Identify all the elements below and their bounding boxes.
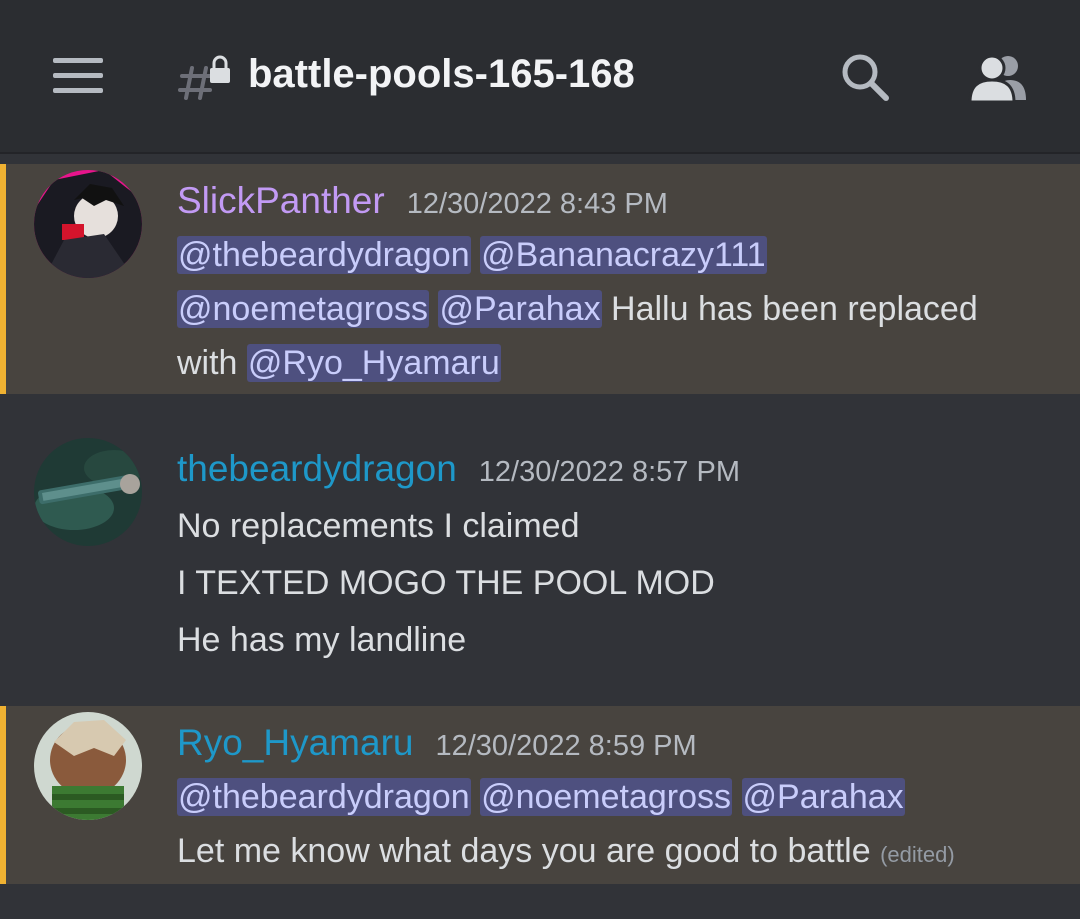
channel-title: battle-pools-165-168 <box>248 52 635 96</box>
message-line: No replacements I claimed <box>177 507 580 545</box>
username[interactable]: Ryo_Hyamaru <box>177 722 413 764</box>
timestamp: 12/30/2022 8:43 PM <box>406 188 668 220</box>
user-mention[interactable]: @noemetagross <box>480 778 733 816</box>
avatar[interactable] <box>34 438 142 546</box>
message-line: with @Ryo_Hyamaru <box>177 344 501 382</box>
message-line: @thebeardydragon @noemetagross @Parahax <box>177 770 1057 824</box>
channel-header: battle-pools-165-168 <box>0 0 1080 154</box>
message-content: No replacements I claimed I TEXTED MOGO … <box>177 498 1057 669</box>
hamburger-menu-icon[interactable] <box>53 58 103 94</box>
user-mention[interactable]: @thebeardydragon <box>177 778 471 816</box>
avatar[interactable] <box>34 170 142 278</box>
user-mention[interactable]: @Parahax <box>741 778 905 816</box>
message-slickpanther[interactable]: SlickPanther 12/30/2022 8:43 PM @thebeard… <box>0 164 1080 394</box>
user-mention[interactable]: @noemetagross <box>177 290 429 328</box>
user-mention[interactable]: @thebeardydragon <box>177 236 471 274</box>
user-mention[interactable]: @Ryo_Hyamaru <box>246 344 501 382</box>
members-icon[interactable] <box>966 52 1030 102</box>
username[interactable]: thebeardydragon <box>177 448 457 490</box>
message-ryo-hyamaru[interactable]: Ryo_Hyamaru 12/30/2022 8:59 PM @thebeardy… <box>0 706 1080 884</box>
message-line: @noemetagross @Parahax Hallu has been re… <box>177 290 978 328</box>
message-content: @thebeardydragon @Bananacrazy111 @noemet… <box>177 228 1057 390</box>
search-icon[interactable] <box>838 52 892 102</box>
edited-label: (edited) <box>880 842 955 867</box>
message-line: He has my landline <box>177 621 467 659</box>
message-content: @thebeardydragon @noemetagross @Parahax … <box>177 770 1057 882</box>
user-mention[interactable]: @Bananacrazy111 <box>480 236 767 274</box>
message-line: @thebeardydragon @Bananacrazy111 <box>177 228 1057 282</box>
user-mention[interactable]: @Parahax <box>438 290 602 328</box>
timestamp: 12/30/2022 8:59 PM <box>435 730 697 762</box>
message-thebeardydragon[interactable]: thebeardydragon 12/30/2022 8:57 PM No rep… <box>0 430 1080 680</box>
timestamp: 12/30/2022 8:57 PM <box>478 456 740 488</box>
message-line: Let me know what days you are good to ba… <box>177 832 955 870</box>
username[interactable]: SlickPanther <box>177 180 385 222</box>
message-line: I TEXTED MOGO THE POOL MOD <box>177 564 715 602</box>
locked-thread-hash-icon <box>178 55 230 100</box>
avatar[interactable] <box>34 712 142 820</box>
